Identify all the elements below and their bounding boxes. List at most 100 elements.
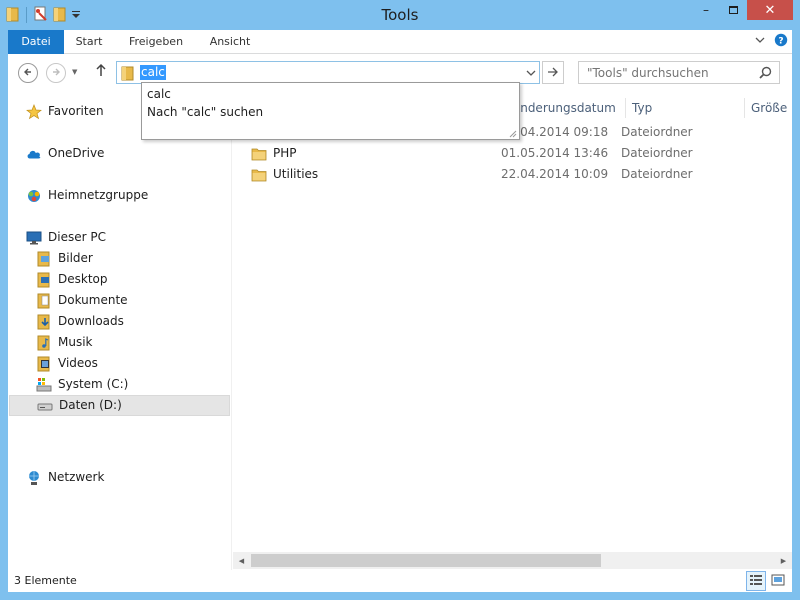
tab-file[interactable]: Datei	[8, 30, 64, 54]
svg-text:?: ?	[778, 37, 783, 47]
address-bar[interactable]: calc	[116, 61, 540, 84]
sidebar-item-label: Dieser PC	[48, 230, 106, 244]
scrollbar-thumb[interactable]	[251, 554, 601, 567]
close-icon: ✕	[764, 2, 776, 18]
search-input[interactable]	[587, 66, 757, 80]
sidebar-item-network[interactable]: Netzwerk	[26, 467, 104, 488]
sidebar-item-desktop[interactable]: Desktop	[36, 269, 108, 290]
table-row[interactable]: PHP 01.05.2014 13:46 Dateiordner	[251, 143, 771, 164]
homegroup-icon	[26, 188, 42, 204]
sidebar-item-label: Videos	[58, 356, 98, 370]
explorer-window: Tools – ✕ Datei Start Freigeben Ansicht …	[0, 0, 800, 600]
help-icon[interactable]: ?	[774, 33, 788, 50]
file-date: 01.05.2014 13:46	[501, 146, 609, 160]
sidebar-item-label: Netzwerk	[48, 470, 105, 484]
arrow-right-icon	[547, 66, 559, 80]
maximize-icon	[729, 6, 738, 14]
window-client: Datei Start Freigeben Ansicht ? ▼ calc "…	[8, 30, 792, 592]
status-bar: 3 Elemente	[8, 570, 792, 592]
sidebar-item-onedrive[interactable]: OneDrive	[26, 143, 104, 164]
column-header-type[interactable]: Typ	[632, 96, 652, 120]
chevron-down-icon[interactable]	[522, 62, 540, 83]
network-icon	[26, 470, 42, 486]
window-title: Tools	[381, 6, 419, 24]
search-icon[interactable]	[759, 66, 772, 82]
column-header-date[interactable]: Änderungsdatum	[512, 96, 616, 120]
scroll-right-icon[interactable]: ▶	[775, 552, 792, 569]
up-button[interactable]	[95, 63, 107, 81]
ribbon-tabs: Datei Start Freigeben Ansicht ?	[8, 30, 792, 54]
horizontal-scrollbar[interactable]: ◀ ▶	[233, 552, 792, 569]
sidebar-item-this-pc[interactable]: Dieser PC	[26, 227, 106, 248]
minimize-icon: –	[703, 3, 709, 17]
folder-icon	[251, 147, 267, 161]
sidebar-item-label: Musik	[58, 335, 93, 349]
tab-share[interactable]: Freigeben	[120, 30, 192, 54]
sidebar-item-label: Bilder	[58, 251, 93, 265]
file-list: Änderungsdatum Typ Größe 30.04.2014 09:1…	[233, 92, 792, 562]
folder-icon	[121, 65, 135, 84]
large-icons-view-button[interactable]	[768, 571, 788, 591]
scroll-left-icon[interactable]: ◀	[233, 552, 250, 569]
item-count: 3 Elemente	[14, 574, 77, 587]
large-icons-view-icon	[771, 574, 785, 589]
autocomplete-item[interactable]: Nach "calc" suchen	[147, 103, 263, 121]
column-header-size[interactable]: Größe	[751, 96, 787, 120]
file-name: Utilities	[251, 164, 318, 185]
computer-icon	[26, 230, 42, 246]
autocomplete-item[interactable]: calc	[147, 85, 171, 103]
title-bar[interactable]: Tools – ✕	[0, 0, 800, 30]
details-view-icon	[749, 574, 763, 589]
sidebar-item-videos[interactable]: Videos	[36, 353, 98, 374]
hard-drive-icon	[37, 398, 53, 414]
column-divider[interactable]	[625, 98, 626, 118]
desktop-folder-icon	[36, 272, 52, 288]
sidebar-item-label: Dokumente	[58, 293, 128, 307]
address-autocomplete: calc Nach "calc" suchen	[141, 82, 520, 140]
recent-locations-icon[interactable]: ▼	[72, 68, 77, 76]
file-name: PHP	[251, 143, 297, 164]
star-icon	[26, 103, 42, 120]
sidebar-item-label: OneDrive	[48, 146, 105, 160]
resize-grip-icon[interactable]	[507, 127, 517, 138]
address-input[interactable]: calc	[140, 65, 166, 80]
forward-button[interactable]	[46, 63, 66, 83]
tab-start[interactable]: Start	[64, 30, 114, 54]
sidebar-item-pictures[interactable]: Bilder	[36, 248, 93, 269]
sidebar-item-label: Downloads	[58, 314, 124, 328]
sidebar-item-favorites[interactable]: Favoriten	[26, 101, 104, 122]
column-divider[interactable]	[744, 98, 745, 118]
documents-folder-icon	[36, 293, 52, 309]
videos-folder-icon	[36, 356, 52, 372]
tab-view[interactable]: Ansicht	[198, 30, 262, 54]
file-name-label: PHP	[273, 146, 297, 160]
sidebar-item-system-drive[interactable]: System (C:)	[36, 374, 128, 395]
sidebar-item-label: System (C:)	[58, 377, 129, 391]
close-button[interactable]: ✕	[747, 0, 793, 20]
sidebar-item-music[interactable]: Musik	[36, 332, 93, 353]
sidebar-item-homegroup[interactable]: Heimnetzgruppe	[26, 185, 148, 206]
search-box[interactable]	[578, 61, 780, 84]
go-button[interactable]	[542, 61, 564, 84]
maximize-button[interactable]	[720, 0, 747, 20]
folder-icon	[251, 168, 267, 182]
sidebar-item-downloads[interactable]: Downloads	[36, 311, 124, 332]
arrow-right-icon	[51, 67, 61, 80]
sidebar-item-data-drive[interactable]: Daten (D:)	[9, 395, 230, 416]
minimize-button[interactable]: –	[692, 0, 720, 20]
cloud-icon	[26, 146, 42, 162]
file-name-label: Utilities	[273, 167, 319, 181]
details-view-button[interactable]	[746, 571, 766, 591]
table-row[interactable]: Utilities 22.04.2014 10:09 Dateiordner	[251, 164, 771, 185]
arrow-left-icon	[23, 67, 33, 80]
file-type: Dateiordner	[621, 125, 693, 139]
sidebar-item-label: Daten (D:)	[59, 398, 122, 412]
sidebar-item-label: Heimnetzgruppe	[48, 188, 149, 202]
sidebar-item-documents[interactable]: Dokumente	[36, 290, 128, 311]
sidebar-item-label: Desktop	[58, 272, 108, 286]
file-type: Dateiordner	[621, 146, 693, 160]
file-date: 22.04.2014 10:09	[501, 167, 609, 181]
expand-ribbon-icon[interactable]	[754, 34, 766, 49]
downloads-folder-icon	[36, 314, 52, 330]
back-button[interactable]	[18, 63, 38, 83]
